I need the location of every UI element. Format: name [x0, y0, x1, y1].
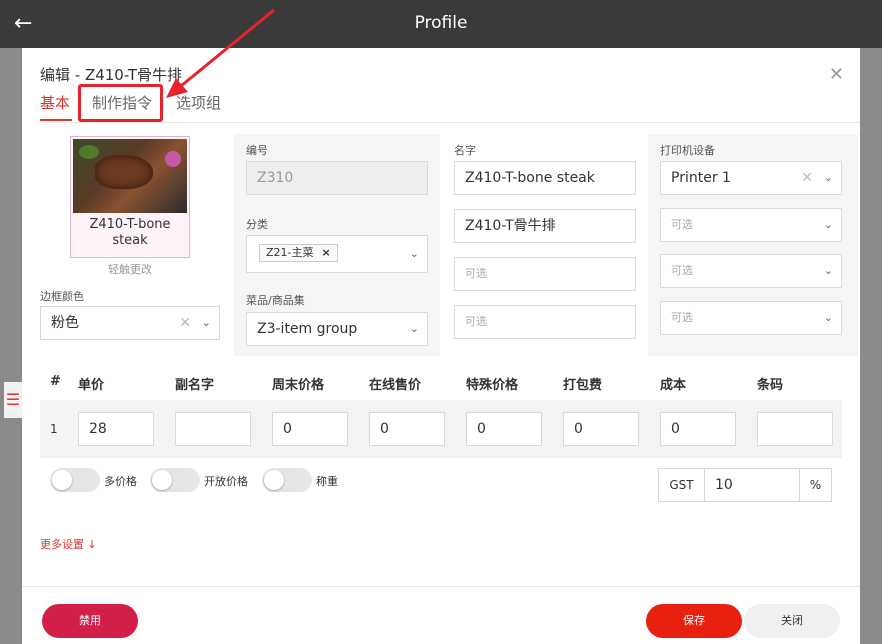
column-header-number: # — [50, 374, 61, 389]
open-price-toggle[interactable] — [150, 468, 200, 492]
garnish-flower — [165, 151, 181, 167]
weighing-label: 称重 — [316, 475, 338, 488]
background-left-strip: ☰ — [0, 48, 22, 644]
printer-select-3[interactable]: 可选 ⌄ — [660, 254, 842, 288]
column-header-cost: 成本 — [660, 378, 687, 393]
printer-placeholder-4: 可选 — [671, 311, 693, 324]
item-image-card[interactable]: Z410-T-bone steak — [70, 136, 190, 258]
printer-placeholder-2: 可选 — [671, 218, 693, 231]
printer-select-2[interactable]: 可选 ⌄ — [660, 208, 842, 242]
chevron-down-icon: ⌄ — [823, 311, 833, 324]
footer-divider — [22, 586, 860, 587]
tabs-divider — [40, 122, 860, 123]
active-tab-underline — [40, 119, 72, 121]
item-image-name: Z410-T-bone steak — [89, 217, 171, 248]
steak-shape — [95, 155, 153, 189]
gst-value[interactable]: 10 — [715, 469, 733, 501]
column-header-weekend-price: 周末价格 — [272, 378, 325, 393]
printer-label: 打印机设备 — [660, 144, 715, 157]
open-price-label: 开放价格 — [204, 475, 248, 488]
close-button[interactable]: 关闭 — [744, 604, 840, 638]
tap-to-change-label[interactable]: 轻触更改 — [70, 261, 190, 277]
price-table-header: # 单价 副名字 周末价格 在线售价 特殊价格 打包费 成本 条码 — [40, 368, 842, 398]
printer-select-4[interactable]: 可选 ⌄ — [660, 301, 842, 335]
background-right-strip — [860, 48, 882, 644]
clear-icon[interactable]: ✕ — [179, 307, 191, 339]
row-number: 1 — [50, 422, 58, 436]
code-field: Z310 — [246, 161, 428, 195]
border-color-select[interactable]: 粉色 ✕ ⌄ — [40, 306, 220, 340]
chevron-down-icon: ⌄ — [409, 322, 419, 335]
page-title: Profile — [414, 13, 468, 33]
alt-name-input[interactable] — [175, 412, 251, 446]
category-label: 分类 — [246, 218, 268, 231]
column-header-special-price: 特殊价格 — [466, 378, 519, 393]
name-label: 名字 — [454, 144, 476, 157]
price-table-row: 1 28 0 0 0 0 0 — [40, 400, 842, 458]
weighing-toggle[interactable] — [262, 468, 312, 492]
close-icon[interactable]: ✕ — [829, 64, 844, 85]
app-header: ← Profile — [0, 0, 882, 48]
tab-basic[interactable]: 基本 — [40, 92, 70, 113]
border-color-value: 粉色 — [51, 315, 79, 331]
column-header-alt-name: 副名字 — [175, 378, 215, 393]
garnish-leaf — [79, 145, 99, 159]
printer-placeholder-3: 可选 — [671, 264, 693, 277]
menu-icon[interactable]: ☰ — [4, 382, 22, 418]
column-header-unit-price: 单价 — [78, 378, 105, 393]
clear-icon[interactable]: ✕ — [801, 162, 813, 194]
category-tag-label: Z21-主菜 — [266, 246, 314, 259]
special-price-input[interactable]: 0 — [466, 412, 542, 446]
column-header-packing-fee: 打包费 — [563, 378, 603, 393]
online-price-input[interactable]: 0 — [369, 412, 445, 446]
item-group-label: 菜品/商品集 — [246, 294, 305, 307]
category-tag: Z21-主菜 × — [259, 244, 338, 262]
disable-button[interactable]: 禁用 — [42, 604, 138, 638]
name-field-2[interactable]: Z410-T骨牛排 — [454, 209, 636, 243]
toggle-knob — [152, 470, 172, 490]
cost-input[interactable]: 0 — [660, 412, 736, 446]
name-field-3[interactable]: 可选 — [454, 257, 636, 291]
item-group-select[interactable]: Z3-item group ⌄ — [246, 312, 428, 346]
chevron-down-icon: ⌄ — [823, 264, 833, 277]
chevron-down-icon: ⌄ — [201, 316, 211, 329]
packing-fee-input[interactable]: 0 — [563, 412, 639, 446]
barcode-input[interactable] — [757, 412, 833, 446]
chevron-down-icon: ⌄ — [823, 218, 833, 231]
item-photo — [73, 139, 187, 213]
column-header-online-price: 在线售价 — [369, 378, 422, 393]
save-button[interactable]: 保存 — [646, 604, 742, 638]
toggle-knob — [52, 470, 72, 490]
name-field-4[interactable]: 可选 — [454, 305, 636, 339]
item-group-value: Z3-item group — [257, 321, 358, 337]
annotation-arrow-icon — [166, 8, 275, 98]
gst-label: GST — [659, 469, 705, 501]
more-settings-link[interactable]: 更多设置 ↓ — [40, 536, 97, 552]
multi-price-label: 多价格 — [104, 475, 137, 488]
gst-field[interactable]: GST 10 % — [658, 468, 832, 502]
multi-price-toggle[interactable] — [50, 468, 100, 492]
column-header-barcode: 条码 — [757, 378, 784, 393]
modal-title: 编辑 - Z410-T骨牛排 — [40, 66, 183, 84]
chevron-down-icon: ⌄ — [409, 247, 419, 260]
edit-item-modal: 编辑 - Z410-T骨牛排 ✕ 基本 制作指令 选项组 Z410-T-bone… — [22, 8, 860, 644]
remove-tag-icon[interactable]: × — [322, 246, 331, 259]
printer-value: Printer 1 — [671, 170, 731, 186]
printer-select-1[interactable]: Printer 1 ✕ ⌄ — [660, 161, 842, 195]
annotation-highlight-box — [78, 84, 163, 122]
code-label: 编号 — [246, 144, 268, 157]
chevron-down-icon: ⌄ — [823, 171, 833, 184]
name-field-1[interactable]: Z410-T-bone steak — [454, 161, 636, 195]
unit-price-input[interactable]: 28 — [78, 412, 154, 446]
border-color-label: 边框颜色 — [40, 290, 84, 303]
weekend-price-input[interactable]: 0 — [272, 412, 348, 446]
toggle-knob — [264, 470, 284, 490]
category-select[interactable]: Z21-主菜 × ⌄ — [246, 235, 428, 273]
gst-unit: % — [799, 469, 831, 501]
